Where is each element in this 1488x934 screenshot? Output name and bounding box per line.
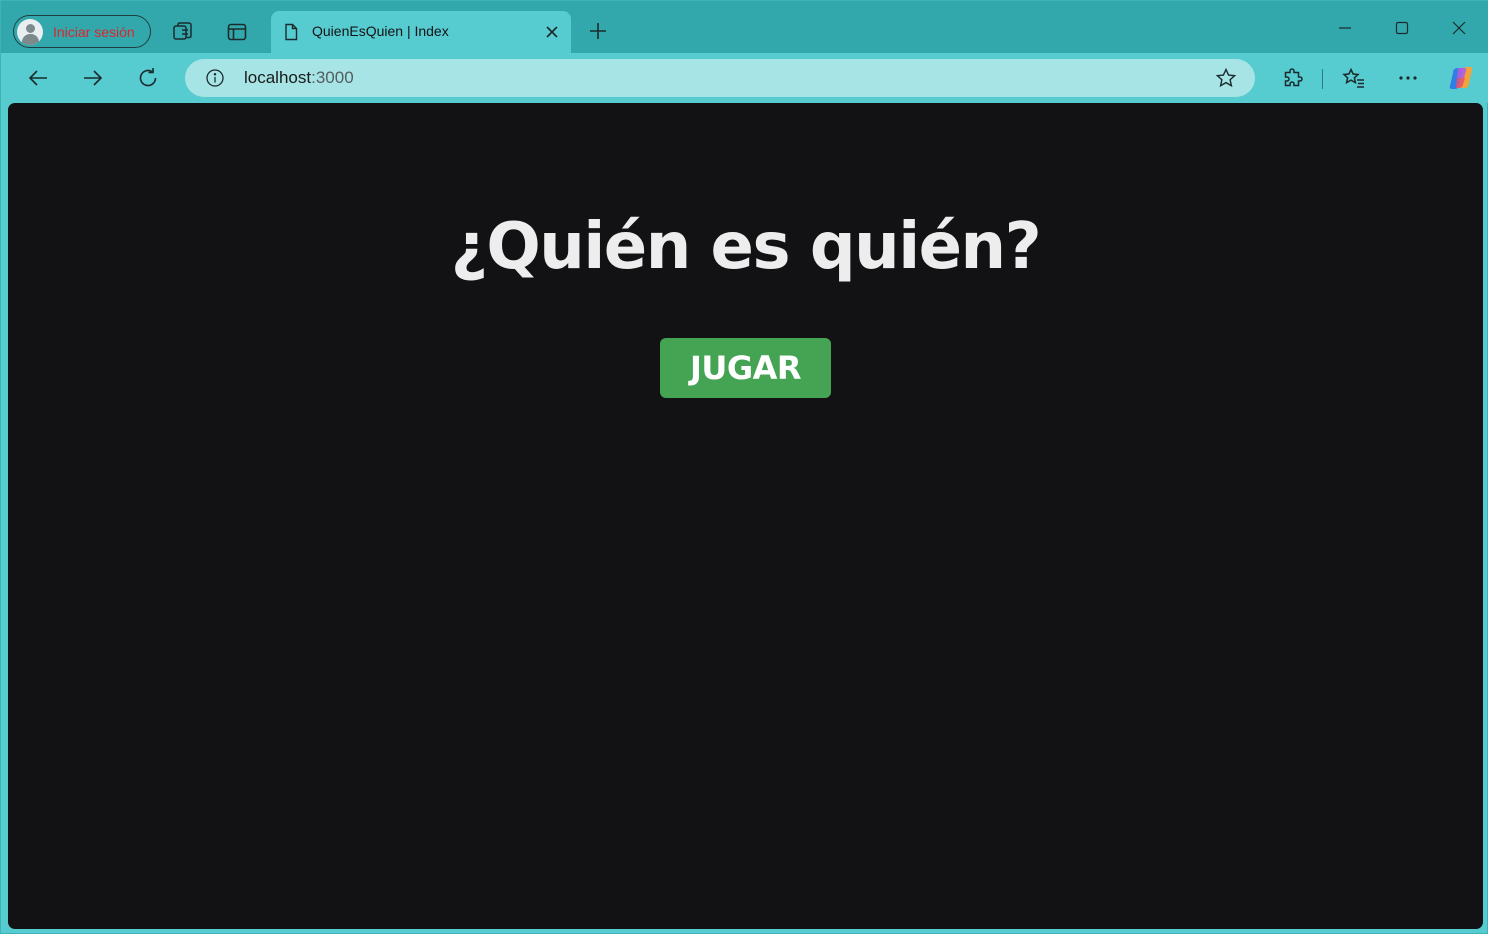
browser-window: Iniciar sesión QuienEsQuien | Index loca… (0, 0, 1488, 934)
tab-strip: Iniciar sesión QuienEsQuien | Index (1, 1, 1488, 53)
forward-icon[interactable] (77, 63, 109, 93)
url-host: localhost (244, 68, 312, 87)
favorites-icon[interactable] (1338, 63, 1370, 93)
close-tab-icon[interactable] (543, 23, 561, 41)
favorite-star-icon[interactable] (1215, 67, 1237, 89)
tab-active[interactable]: QuienEsQuien | Index (271, 11, 571, 53)
page-viewport: ¿Quién es quién? JUGAR (8, 103, 1483, 929)
collections-icon[interactable] (169, 18, 197, 46)
play-button[interactable]: JUGAR (660, 338, 831, 398)
more-options-icon[interactable] (1392, 63, 1424, 93)
profile-label: Iniciar sesión (53, 23, 135, 40)
toolbar-divider (1322, 69, 1323, 89)
extensions-icon[interactable] (1277, 63, 1309, 93)
minimize-icon[interactable] (1330, 13, 1360, 43)
back-icon[interactable] (22, 63, 54, 93)
address-bar[interactable]: localhost:3000 (185, 59, 1255, 97)
new-tab-icon[interactable] (585, 18, 611, 44)
page-title: ¿Quién es quién? (450, 210, 1042, 284)
browser-toolbar: localhost:3000 (1, 53, 1488, 103)
refresh-icon[interactable] (132, 63, 164, 93)
url-port: :3000 (311, 68, 354, 87)
info-icon[interactable] (205, 68, 225, 88)
person-icon (17, 18, 43, 45)
close-window-icon[interactable] (1444, 13, 1474, 43)
page-icon (285, 23, 298, 41)
url-text[interactable]: localhost:3000 (244, 68, 354, 88)
copilot-icon[interactable] (1445, 63, 1477, 93)
profile-button[interactable]: Iniciar sesión (13, 15, 151, 48)
vertical-tabs-icon[interactable] (223, 18, 251, 46)
maximize-icon[interactable] (1387, 13, 1417, 43)
tab-title: QuienEsQuien | Index (312, 23, 449, 39)
